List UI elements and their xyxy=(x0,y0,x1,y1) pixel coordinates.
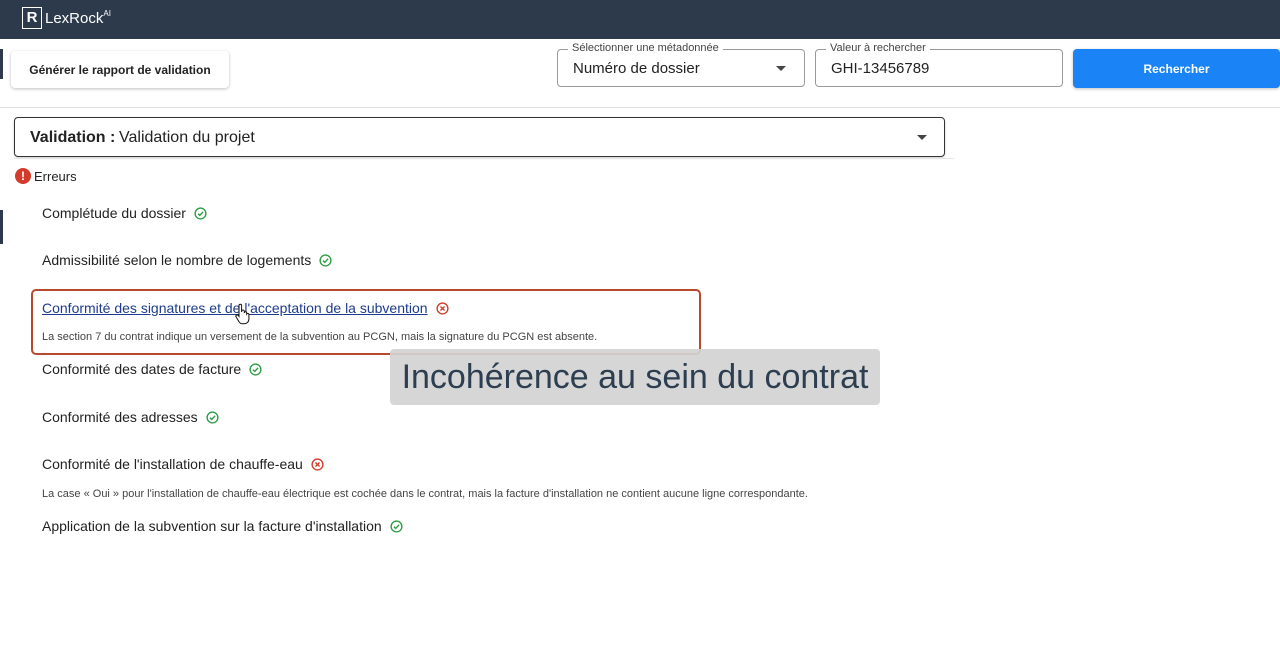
metadata-select-value: Numéro de dossier xyxy=(573,60,700,77)
check-detail: La case « Oui » pour l'installation de c… xyxy=(42,488,808,500)
check-label: Conformité des adresses xyxy=(42,409,198,425)
highlight-box xyxy=(31,289,701,355)
divider xyxy=(14,158,954,159)
left-edge-fragment xyxy=(0,210,3,244)
check-circle-icon xyxy=(249,362,262,376)
check-item: Conformité des adresses xyxy=(42,409,219,425)
validation-value: Validation du projet xyxy=(119,129,255,146)
generate-report-button[interactable]: Générer le rapport de validation xyxy=(11,51,229,88)
check-circle-icon xyxy=(390,519,403,533)
exclamation-icon: ! xyxy=(15,168,31,184)
caption-overlay: Incohérence au sein du contrat xyxy=(390,349,880,405)
top-bar: R LexRockAI xyxy=(0,0,1280,39)
chevron-down-icon xyxy=(776,66,786,71)
check-item: Conformité des dates de facture xyxy=(42,361,262,377)
hand-cursor-icon xyxy=(235,303,250,325)
check-circle-icon xyxy=(319,253,332,267)
search-value-input[interactable]: GHI-13456789 xyxy=(831,60,929,77)
app-logo[interactable]: R LexRockAI xyxy=(22,7,111,29)
metadata-select-label: Sélectionner une métadonnée xyxy=(568,42,723,54)
search-value-field[interactable]: Valeur à rechercher GHI-13456789 xyxy=(815,42,1063,87)
chevron-down-icon xyxy=(917,135,927,140)
check-label: Application de la subvention sur la fact… xyxy=(42,518,382,534)
check-item: Conformité de l'installation de chauffe-… xyxy=(42,456,324,472)
check-label: Admissibilité selon le nombre de logemen… xyxy=(42,252,312,268)
x-circle-icon xyxy=(311,457,324,471)
logo-icon: R xyxy=(22,7,42,29)
validation-select[interactable]: Validation : Validation du projet xyxy=(14,117,945,157)
check-circle-icon xyxy=(206,410,219,424)
search-value-label: Valeur à rechercher xyxy=(826,42,930,54)
check-label: Complétude du dossier xyxy=(42,205,186,221)
check-circle-icon xyxy=(194,206,207,220)
app-name: LexRockAI xyxy=(45,8,111,27)
check-item: Complétude du dossier xyxy=(42,205,207,221)
check-item: Admissibilité selon le nombre de logemen… xyxy=(42,252,332,268)
validation-label: Validation : xyxy=(30,129,116,146)
errors-header: ! Erreurs xyxy=(15,168,77,184)
check-label: Conformité de l'installation de chauffe-… xyxy=(42,456,303,472)
check-label: Conformité des dates de facture xyxy=(42,361,242,377)
metadata-select[interactable]: Sélectionner une métadonnée Numéro de do… xyxy=(557,42,805,87)
errors-label: Erreurs xyxy=(34,168,77,184)
toolbar: Générer le rapport de validation Sélecti… xyxy=(0,39,1280,108)
check-item: Application de la subvention sur la fact… xyxy=(42,518,403,534)
search-button[interactable]: Rechercher xyxy=(1073,49,1280,88)
